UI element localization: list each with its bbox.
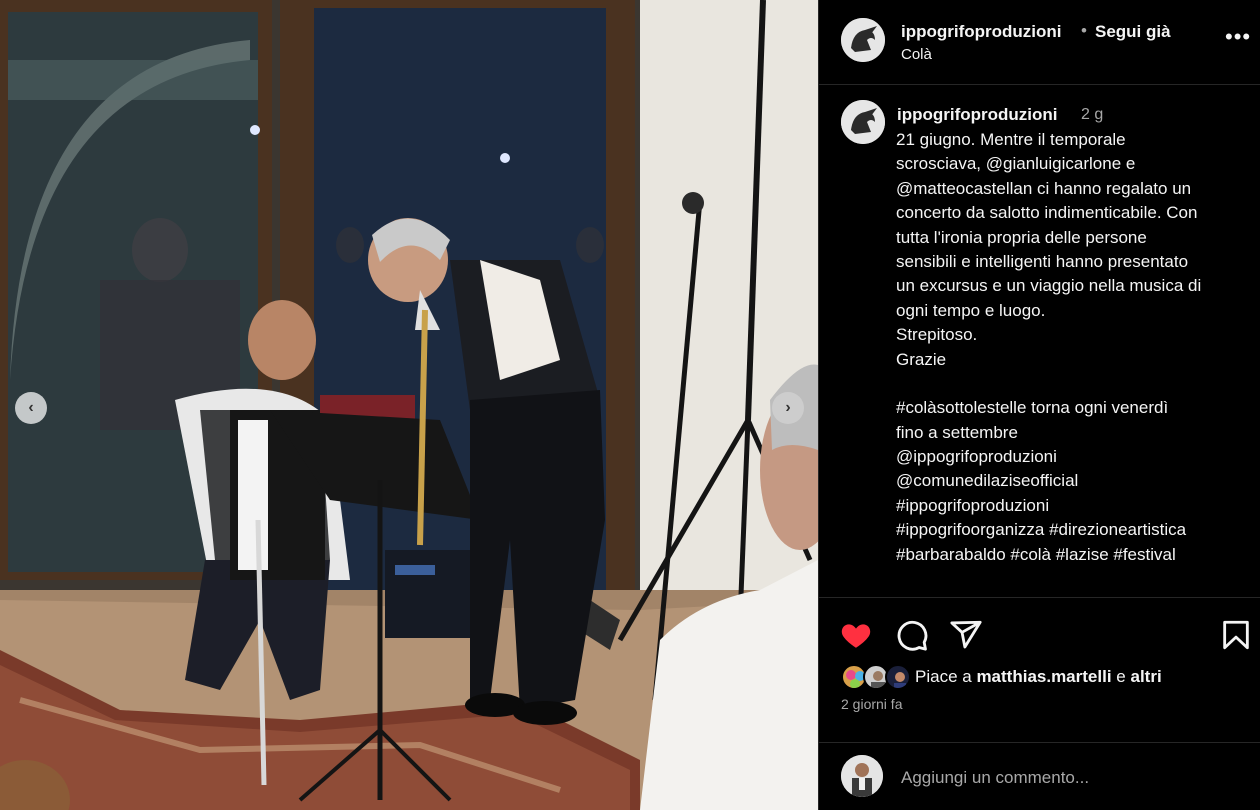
follow-status-button[interactable]: Segui già [1095,22,1171,42]
hippogriff-logo-icon [841,100,885,144]
caption-line: 21 giugno. Mentre il temporale [896,130,1126,149]
caption-line: sensibili e intelligenti hanno presentat… [896,251,1189,271]
caption-line: Grazie [896,349,947,369]
hippogriff-logo-icon [841,18,885,62]
caption-line: Strepitoso. [896,325,978,345]
caption-line: un excursus e un viaggio nella musica di [896,276,1202,296]
chevron-left-icon: ‹ [28,399,34,416]
post-side-panel: ippogrifoproduzioni • Segui già Colà •••… [818,0,1260,810]
more-options-icon[interactable]: ••• [1225,24,1251,50]
comment-button[interactable] [895,618,929,652]
likes-text[interactable]: Piace a matthias.martelli e altri [915,667,1162,687]
location-link[interactable]: Colà [901,46,932,63]
liker-username-link[interactable]: matthias.martelli [976,667,1111,686]
person-avatar-icon [841,755,883,797]
current-user-avatar[interactable] [841,755,883,797]
action-bar [819,612,1260,656]
profile-avatar[interactable] [841,18,885,62]
carousel-previous-button[interactable]: ‹ [15,392,47,424]
caption-line: concerto da salotto indimenticabile. Con [896,203,1198,223]
caption-section: ippogrifoproduzioni 2 g 21 giugno. Mentr… [819,86,1260,598]
header-username-link[interactable]: ippogrifoproduzioni [901,22,1062,42]
like-button[interactable] [839,618,873,652]
person-avatar-icon [894,672,906,688]
likes-prefix: Piace a [915,667,972,686]
caption-line [896,372,1246,396]
concert-photo-image [0,0,818,810]
post-header: ippogrifoproduzioni • Segui già Colà ••• [819,0,1260,85]
liker-avatar[interactable] [885,664,911,690]
share-button[interactable] [949,618,983,652]
paper-plane-icon [950,620,982,649]
caption-avatar[interactable] [841,100,885,144]
caption-line: #barbarabaldo #colà #lazise #festival [896,544,1176,564]
caption-line: fino a settembre [896,422,1018,442]
caption-line: #colàsottolestelle torna ogni venerdì [896,398,1169,418]
chevron-right-icon: › [785,399,791,416]
caption-line: tutta l'ironia propria delle persone [896,227,1147,247]
caption-text: 21 giugno. Mentre il temporale scrosciava… [896,128,1246,567]
comment-input[interactable] [901,765,1231,791]
caption-line: @matteocastellan ci hanno regalato un [896,178,1192,198]
carousel-next-button[interactable]: › [772,392,804,424]
caption-line: @ippogrifoproduzioni [896,447,1057,467]
caption-line: #ippogrifoproduzioni [896,495,1050,515]
caption-line: scrosciava, @gianluigicarlone e [896,154,1136,174]
comment-bubble-icon [897,620,928,651]
likes-summary[interactable]: Piace a matthias.martelli e altri [841,662,1251,692]
caption-line: #ippogrifoorganizza #direzioneartistica [896,520,1187,540]
post-date[interactable]: 2 giorni fa [841,696,902,712]
likes-conjunction: e [1116,667,1126,686]
comment-composer [819,742,1260,810]
save-button[interactable] [1219,618,1253,652]
post-photo[interactable]: ‹ › [0,0,818,810]
caption-line: ogni tempo e luogo. [896,300,1046,320]
header-separator: • [1081,21,1087,40]
caption-username-link[interactable]: ippogrifoproduzioni [897,105,1058,125]
heart-filled-icon [841,624,871,648]
likes-others-link[interactable]: altri [1130,667,1161,686]
caption-line: @comunedilaziseofficial [896,471,1079,491]
bookmark-icon [1223,620,1249,650]
caption-timestamp[interactable]: 2 g [1081,106,1103,124]
